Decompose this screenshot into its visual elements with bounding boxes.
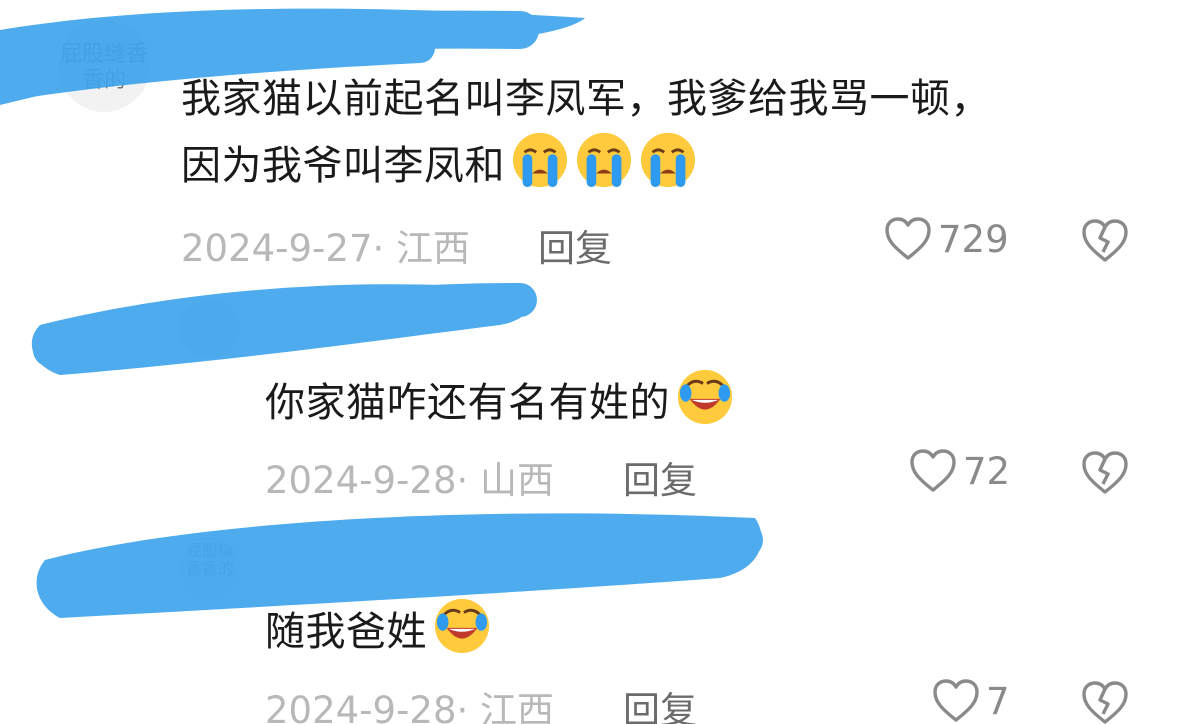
- broken-heart-icon: [1082, 681, 1128, 724]
- comment-line-text: 因为我爷叫李凤和: [181, 143, 505, 189]
- comment-line: 我家猫以前起名叫李凤军，我爹给我骂一顿，: [181, 76, 991, 122]
- like-button[interactable]: 7: [932, 678, 1010, 724]
- like-count: 729: [938, 217, 1009, 261]
- date-location: 2024-9-28· 山西: [265, 459, 555, 502]
- avatar[interactable]: [180, 298, 240, 358]
- broken-heart-icon: [1082, 219, 1128, 262]
- comment-line: 因为我爷叫李凤和: [181, 131, 991, 198]
- reply-button[interactable]: 回复: [538, 218, 612, 272]
- dislike-button[interactable]: [1081, 450, 1129, 500]
- broken-heart-icon: [1082, 451, 1128, 494]
- dislike-button[interactable]: [1081, 680, 1129, 724]
- like-count: 72: [963, 449, 1011, 493]
- comment-text: 你家猫咋还有名有姓的: [265, 368, 734, 435]
- reply-comment-item: 你家猫咋还有名有姓的 2024-9-28· 山西 回复 72: [0, 290, 1179, 510]
- reply-button[interactable]: 回复: [623, 680, 697, 724]
- comment-text: 我家猫以前起名叫李凤军，我爹给我骂一顿， 因为我爷叫李凤和: [181, 68, 991, 198]
- heart-outline-icon: [933, 679, 979, 722]
- comment-line-text: 随我爸姓: [265, 609, 427, 655]
- loudly-crying-face-icon: [512, 132, 568, 188]
- avatar-text: 屁股缝香香的: [185, 541, 234, 578]
- comment-line-text: 你家猫咋还有名有姓的: [265, 380, 670, 426]
- heart-outline-icon: [910, 449, 956, 492]
- face-with-tears-of-joy-icon: [677, 369, 733, 425]
- comment-thread: 屁股缝香香的 我家猫以前起名叫李凤军，我爹给我骂一顿， 因为我爷叫李凤和 202…: [0, 0, 1179, 724]
- date-location: 2024-9-27· 江西: [181, 227, 471, 270]
- like-button[interactable]: 729: [884, 216, 1009, 262]
- comment-text: 随我爸姓: [265, 597, 491, 664]
- comment-item: 屁股缝香香的 我家猫以前起名叫李凤军，我爹给我骂一顿， 因为我爷叫李凤和 202…: [0, 0, 1179, 290]
- loudly-crying-face-icon: [576, 132, 632, 188]
- avatar[interactable]: 屁股缝香香的: [180, 538, 240, 598]
- dislike-button[interactable]: [1081, 218, 1129, 268]
- like-button[interactable]: 72: [909, 448, 1010, 494]
- avatar-text: 屁股缝香香的: [59, 42, 148, 93]
- like-count: 7: [986, 679, 1010, 723]
- loudly-crying-face-icon: [640, 132, 696, 188]
- date-location: 2024-9-28· 江西: [265, 689, 555, 724]
- reply-comment-item: 屁股缝香香的 随我爸姓 2024-9-28· 江西 回复 7: [0, 510, 1179, 724]
- face-with-tears-of-joy-icon: [434, 598, 490, 654]
- heart-outline-icon: [885, 217, 931, 260]
- reply-button[interactable]: 回复: [623, 450, 697, 504]
- avatar[interactable]: 屁股缝香香的: [58, 20, 150, 112]
